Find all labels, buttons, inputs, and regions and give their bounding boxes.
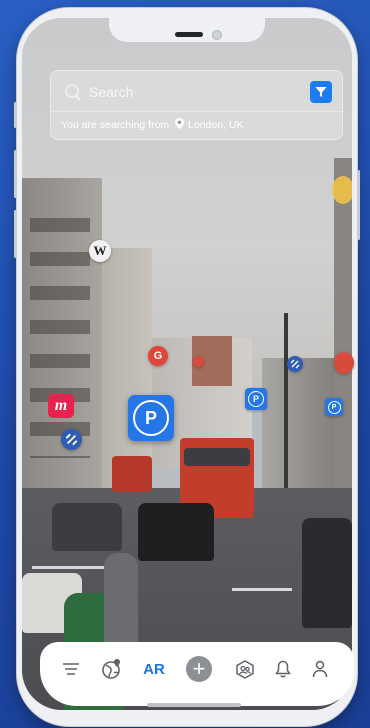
location-pin-icon [175,118,185,129]
community-icon [236,659,254,679]
wikipedia-marker[interactable]: W [89,240,111,262]
nav-community-button[interactable] [233,656,257,682]
add-icon: + [186,656,212,682]
building-left-windows [30,218,90,458]
search-input[interactable] [87,81,301,103]
satellite-icon [65,433,78,446]
home-indicator [147,703,241,707]
google-glyph: G [153,350,163,362]
phone-volume-down [14,210,17,258]
wikipedia-glyph: W [93,243,107,258]
sun-glare [332,176,352,204]
filter-button[interactable] [310,81,332,103]
nav-notifications-button[interactable] [272,656,294,682]
add-glyph: + [192,656,206,681]
parking-marker-large[interactable]: P [128,395,174,441]
red-bus-far [112,456,152,492]
phone-camera [212,30,222,40]
parking-glyph: P [144,407,157,428]
grey-car [52,503,122,551]
phone-side-button [14,102,17,128]
pedestrian-grey [104,553,138,648]
nav-map-button[interactable] [100,656,124,682]
meetup-marker[interactable]: m [48,394,74,418]
search-row [51,71,342,112]
search-location: You are searching from London, UK [61,118,244,131]
location-value: London, UK [188,119,244,131]
nav-profile-button[interactable] [309,656,331,682]
parking-icon: P [327,400,341,414]
phone-speaker [175,32,203,37]
poi-marker-red-small[interactable] [193,356,204,367]
list-icon [63,663,79,675]
globe-pin-icon [102,659,120,679]
parking-glyph: P [252,394,259,404]
dark-van [302,518,352,628]
red-bus-windows [184,448,250,466]
meetup-glyph: m [54,397,68,414]
google-marker[interactable]: G [148,346,168,366]
parking-icon: P [248,391,264,407]
parking-marker-far[interactable]: P [325,398,343,416]
nav-list-button[interactable] [60,656,82,682]
nav-ar-button[interactable]: AR [140,656,168,682]
parking-marker[interactable]: P [245,388,267,410]
black-cab [138,503,214,561]
phone-volume-up [14,150,17,198]
satellite-icon [290,359,300,369]
ar-label: AR [143,660,165,678]
road-marking [232,588,292,591]
phone-power-button [357,170,360,240]
poi-marker-red-right[interactable] [334,352,354,374]
search-panel: You are searching from London, UK [50,70,343,140]
parking-icon: P [133,400,169,436]
location-prefix: You are searching from [61,119,170,131]
satellite-marker-large[interactable] [61,429,82,450]
filter-icon [315,87,327,97]
bottom-navigation: AR + [40,642,354,706]
parking-glyph: P [331,403,337,411]
building-left-2 [102,248,152,488]
building-right-tower [334,158,352,498]
satellite-marker[interactable] [287,356,303,372]
user-icon [312,660,328,678]
nav-add-button[interactable]: + [185,656,213,682]
bell-icon [275,660,291,678]
search-icon [65,84,79,98]
